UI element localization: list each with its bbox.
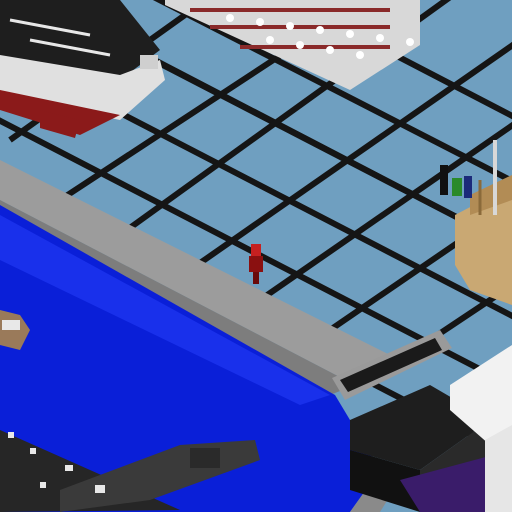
voxel-scene bbox=[0, 0, 512, 512]
game-viewport[interactable] bbox=[0, 0, 512, 512]
